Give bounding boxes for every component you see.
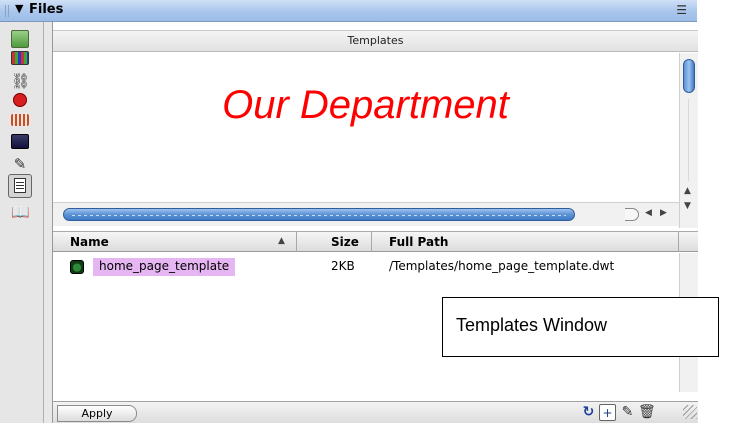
column-header-name[interactable]: Name [70,235,109,249]
refresh-icon[interactable]: ↻ [580,404,597,421]
preview-header: Templates [53,30,698,52]
scroll-right-arrow-icon[interactable]: ▶ [660,208,667,218]
callout-box: Templates Window [442,297,719,357]
preview-header-label: Templates [347,34,404,47]
delete-icon[interactable]: 🗑 [638,404,656,421]
preview-vscroll-track [688,99,689,181]
preview-horizontal-scrollbar[interactable]: ◀ ▶ [53,202,679,226]
urls-icon[interactable]: ⛓ [11,72,30,90]
movies-icon[interactable] [11,134,29,149]
template-path-cell: /Templates/home_page_template.dwt [389,259,615,273]
panel-footer: Apply ↻ + ✎ 🗑 [53,401,698,423]
template-preview: Our Department [53,53,678,203]
table-row[interactable]: home_page_template 2KB /Templates/home_p… [53,257,678,277]
edit-icon[interactable]: ✎ [619,404,636,421]
scripts-icon[interactable]: ✎ [11,155,29,173]
files-panel: ▼ Files ☰ ⛓ ✎ 📖 Templates Our Department… [0,0,698,423]
drag-grip-icon[interactable] [5,5,11,17]
panel-title: Files [29,2,64,17]
sort-ascending-icon[interactable]: ▲ [278,236,285,246]
column-separator [371,232,372,252]
scroll-down-arrow-icon[interactable]: ▼ [684,201,691,211]
apply-button[interactable]: Apply [57,405,137,422]
new-template-icon[interactable]: + [599,404,616,421]
scroll-left-arrow-icon[interactable]: ◀ [645,208,652,218]
column-header-size[interactable]: Size [331,235,359,249]
asset-category-sidebar: ⛓ ✎ 📖 [0,22,44,423]
preview-vscroll-thumb[interactable] [683,59,695,93]
column-separator [296,232,297,252]
template-name-cell[interactable]: home_page_template [93,258,236,276]
triangle-down-icon[interactable]: ▼ [15,2,23,15]
preview-hscroll-thumb[interactable] [63,208,575,221]
shockwave-icon[interactable] [11,114,29,126]
resize-grip-icon[interactable] [683,405,697,419]
preview-vertical-scrollbar[interactable]: ▲ ▼ [679,53,698,228]
templates-content: Templates Our Department ▲ ▼ ◀ ▶ Name ▲ … [52,22,698,423]
column-separator [678,232,679,252]
callout-text: Templates Window [456,315,608,335]
templates-icon[interactable] [8,174,32,198]
table-header: Name ▲ Size Full Path [53,232,698,252]
template-size-cell: 2KB [331,259,355,273]
preview-heading-text: Our Department [222,83,509,127]
images-icon[interactable] [11,30,29,48]
column-header-full-path[interactable]: Full Path [389,235,448,249]
panel-titlebar[interactable]: ▼ Files ☰ [0,0,697,22]
scroll-up-arrow-icon[interactable]: ▲ [684,186,691,196]
colors-icon[interactable] [11,51,29,65]
options-menu-icon[interactable]: ☰ [676,3,687,17]
preview-hscroll-cap [625,208,639,221]
flash-icon[interactable] [13,93,27,107]
template-file-icon [70,260,84,274]
library-icon[interactable]: 📖 [11,203,30,221]
